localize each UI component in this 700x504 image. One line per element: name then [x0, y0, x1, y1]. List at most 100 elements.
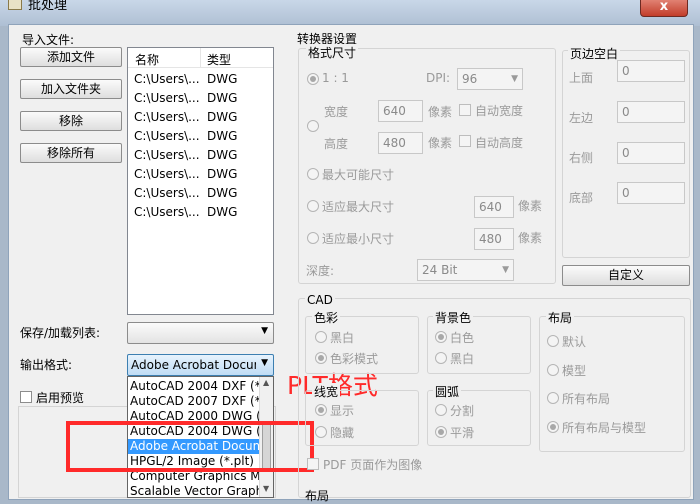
fit-min-field[interactable]: 480	[474, 228, 514, 250]
default-layout-label: 默认	[562, 335, 587, 349]
column-header-name[interactable]: 名称	[135, 51, 159, 68]
format-option[interactable]: AutoCAD 2004 DXF (*.dx	[128, 379, 260, 394]
file-name: C:\Users\...	[134, 110, 200, 124]
auto-width-checkbox[interactable]	[459, 104, 471, 116]
output-format-label: 输出格式:	[20, 358, 73, 372]
all-layouts-radio[interactable]	[547, 392, 559, 404]
save-load-list-label: 保存/加载列表:	[20, 326, 101, 340]
color-mode-radio[interactable]	[315, 352, 327, 364]
enable-preview-checkbox[interactable]	[20, 391, 32, 403]
file-row[interactable]: C:\Users\... DWG	[134, 70, 274, 89]
file-name: C:\Users\...	[134, 129, 200, 143]
depth-value: 24 Bit	[422, 263, 458, 277]
column-header-type[interactable]: 类型	[207, 51, 231, 68]
margin-right-field[interactable]: 0	[617, 142, 685, 164]
dpi-label: DPI:	[426, 71, 451, 85]
file-row[interactable]: C:\Users\... DWG	[134, 89, 274, 108]
dpi-combo[interactable]: 96 ▼	[457, 68, 523, 90]
fit-min-radio[interactable]	[307, 232, 319, 244]
auto-height-checkbox[interactable]	[459, 135, 471, 147]
hide-radio[interactable]	[315, 426, 327, 438]
depth-label: 深度:	[306, 264, 335, 278]
fit-max-field[interactable]: 640	[474, 196, 514, 218]
format-option[interactable]: Scalable Vector Graphics	[128, 484, 260, 497]
file-type: DWG	[207, 186, 238, 200]
add-folder-button[interactable]: 加入文件夹	[20, 79, 122, 99]
margin-left-field[interactable]: 0	[617, 101, 685, 123]
add-file-button[interactable]: 添加文件	[20, 47, 122, 67]
margin-right-label: 右侧	[569, 151, 594, 165]
white-radio[interactable]	[435, 331, 447, 343]
format-size-label: 格式尺寸	[306, 44, 359, 61]
fit-max-radio[interactable]	[307, 200, 319, 212]
width-label: 宽度	[324, 105, 349, 119]
margin-left-label: 左边	[569, 111, 594, 125]
column-divider[interactable]	[200, 48, 201, 68]
file-row[interactable]: C:\Users\... DWG	[134, 203, 274, 222]
all-layouts-model-radio[interactable]	[547, 421, 559, 433]
layout-label: 布局	[546, 309, 575, 326]
file-name: C:\Users\...	[134, 205, 200, 219]
chevron-down-icon: ▼	[261, 358, 268, 368]
close-button[interactable]: x	[640, 0, 688, 17]
file-name: C:\Users\...	[134, 167, 200, 181]
depth-combo[interactable]: 24 Bit ▼	[417, 259, 514, 281]
height-px-label: 像素	[428, 136, 453, 150]
file-list[interactable]: 名称 类型 C:\Users\... DWG C:\Users\... DWG C:…	[127, 47, 274, 315]
margin-bottom-field[interactable]: 0	[617, 182, 685, 204]
smooth-label: 平滑	[450, 426, 475, 440]
file-type: DWG	[207, 205, 238, 219]
file-row[interactable]: C:\Users\... DWG	[134, 165, 274, 184]
margin-bottom-label: 底部	[569, 191, 594, 205]
file-row[interactable]: C:\Users\... DWG	[134, 146, 274, 165]
file-name: C:\Users\...	[134, 148, 200, 162]
margins-label: 页边空白	[568, 45, 621, 62]
color-mode-label: 色彩模式	[330, 352, 379, 366]
show-label: 显示	[330, 404, 355, 418]
file-list-header: 名称 类型	[128, 48, 273, 68]
file-row[interactable]: C:\Users\... DWG	[134, 127, 274, 146]
scroll-down-icon[interactable]: ▼	[263, 484, 269, 493]
chevron-down-icon: ▼	[261, 326, 268, 336]
file-type: DWG	[207, 167, 238, 181]
black-white-radio[interactable]	[315, 331, 327, 343]
auto-width-label: 自动宽度	[475, 104, 524, 118]
all-layouts-model-label: 所有布局与模型	[562, 421, 647, 435]
show-radio[interactable]	[315, 404, 327, 416]
max-possible-radio[interactable]	[307, 168, 319, 180]
default-layout-radio[interactable]	[547, 335, 559, 347]
enable-preview-label: 启用预览	[36, 391, 85, 405]
ratio-radio[interactable]	[307, 73, 319, 85]
file-row[interactable]: C:\Users\... DWG	[134, 184, 274, 203]
format-option[interactable]: AutoCAD 2007 DXF (*.dx	[128, 394, 260, 409]
width-px-label: 像素	[428, 105, 453, 119]
pdf-page-image-checkbox[interactable]	[307, 458, 319, 470]
black-label: 黑白	[450, 352, 475, 366]
remove-all-button[interactable]: 移除所有	[20, 143, 122, 163]
remove-button[interactable]: 移除	[20, 111, 122, 131]
height-field[interactable]: 480	[378, 132, 423, 154]
max-possible-label: 最大可能尺寸	[322, 168, 395, 182]
width-field[interactable]: 640	[378, 100, 423, 122]
file-type: DWG	[207, 110, 238, 124]
split-label: 分割	[450, 404, 475, 418]
custom-button[interactable]: 自定义	[562, 265, 690, 286]
smooth-radio[interactable]	[435, 426, 447, 438]
margin-top-field[interactable]: 0	[617, 60, 685, 82]
layout-bottom-label: 布局	[305, 489, 330, 503]
black-radio[interactable]	[435, 352, 447, 364]
output-format-combo[interactable]: Adobe Acrobat Docume ▼	[127, 354, 274, 376]
save-load-list-combo[interactable]: ▼	[127, 322, 274, 344]
chevron-down-icon: ▼	[502, 265, 509, 275]
background-label: 背景色	[433, 309, 474, 326]
all-layouts-label: 所有布局	[562, 392, 611, 406]
model-radio[interactable]	[547, 364, 559, 376]
app-icon	[8, 0, 22, 10]
highlight-box	[66, 421, 314, 472]
scroll-up-icon[interactable]: ▲	[263, 378, 269, 387]
file-row[interactable]: C:\Users\... DWG	[134, 108, 274, 127]
custom-size-radio[interactable]	[307, 120, 319, 132]
file-name: C:\Users\...	[134, 72, 200, 86]
output-format-value: Adobe Acrobat Docume	[131, 358, 256, 372]
split-radio[interactable]	[435, 404, 447, 416]
